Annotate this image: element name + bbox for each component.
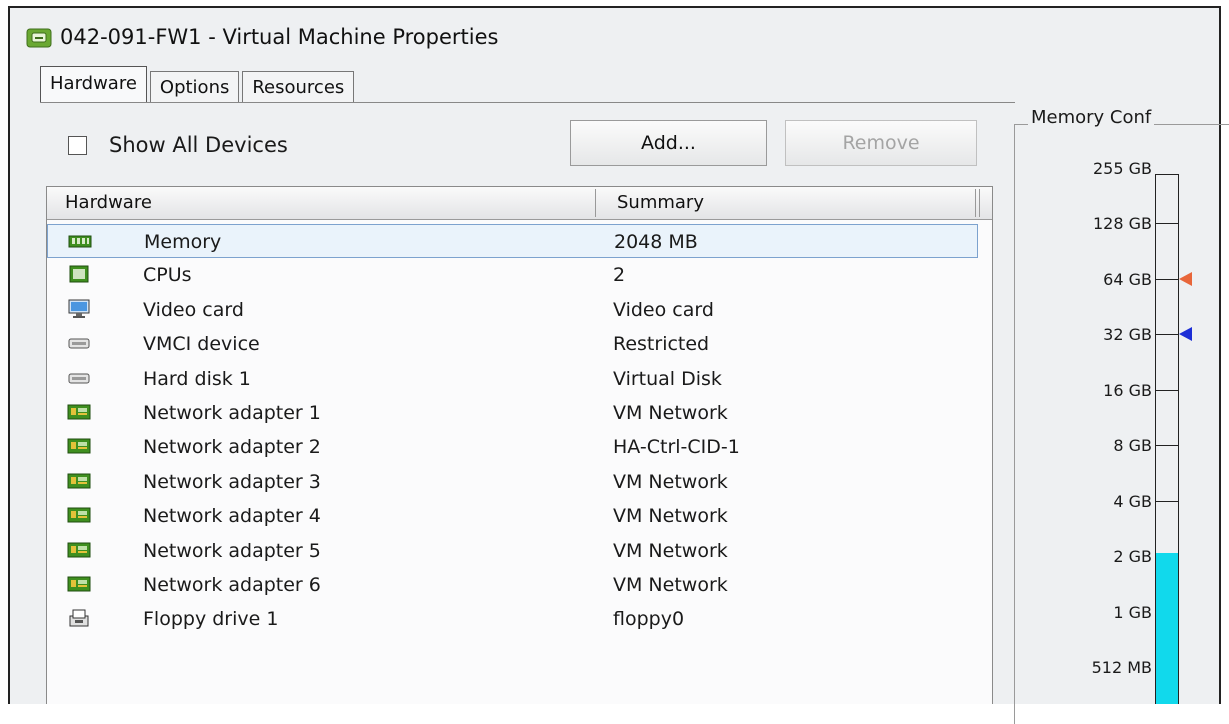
row-hardware-name: Network adapter 5 bbox=[143, 539, 321, 562]
table-row[interactable]: Network adapter 1 VM Network bbox=[47, 396, 978, 430]
memory-scale-label: 128 GB bbox=[1093, 214, 1152, 233]
network-adapter-icon bbox=[67, 402, 91, 422]
memory-scale-label: 32 GB bbox=[1103, 325, 1152, 344]
row-hardware-name: Network adapter 6 bbox=[143, 574, 321, 596]
window-title: 042-091-FW1 - Virtual Machine Properties bbox=[60, 25, 499, 49]
row-hardware-name: Hard disk 1 bbox=[143, 367, 251, 390]
row-summary: HA-Ctrl-CID-1 bbox=[613, 436, 740, 459]
memory-scale-tick bbox=[1155, 334, 1179, 335]
memory-config-title: Memory Conf bbox=[1028, 107, 1155, 128]
row-summary: VM Network bbox=[613, 539, 728, 562]
blue-marker[interactable] bbox=[1179, 327, 1192, 341]
row-hardware-name: Network adapter 2 bbox=[143, 436, 321, 459]
memory-scale-tick bbox=[1155, 279, 1179, 280]
table-row[interactable]: Network adapter 3 VM Network bbox=[47, 465, 978, 499]
table-row[interactable]: Memory 2048 MB bbox=[47, 224, 978, 258]
table-row[interactable]: Network adapter 4 VM Network bbox=[47, 499, 978, 533]
row-summary: 2 bbox=[613, 264, 626, 287]
remove-button[interactable]: Remove bbox=[785, 120, 977, 166]
memory-configuration-panel: Memory Conf 255 GB 128 GB 64 GB 32 GB 16 GB 8… bbox=[1014, 107, 1229, 724]
network-adapter-icon bbox=[67, 505, 91, 525]
tab-bar: Hardware Options Resources bbox=[40, 66, 357, 103]
orange-marker[interactable] bbox=[1179, 272, 1192, 286]
memory-scale-label: 8 GB bbox=[1113, 436, 1152, 455]
floppy-icon bbox=[67, 608, 91, 628]
row-hardware-name: Network adapter 4 bbox=[143, 505, 321, 528]
column-divider[interactable] bbox=[595, 189, 596, 217]
network-adapter-icon bbox=[67, 436, 91, 456]
title-bar: 042-091-FW1 - Virtual Machine Properties bbox=[26, 20, 498, 54]
row-summary: 2048 MB bbox=[614, 231, 698, 253]
memory-scale-tick bbox=[1155, 390, 1179, 391]
memory-scale-tick bbox=[1155, 223, 1179, 224]
table-row[interactable]: Network adapter 5 VM Network bbox=[47, 534, 978, 568]
show-all-devices-checkbox[interactable] bbox=[68, 135, 87, 155]
row-summary: VM Network bbox=[613, 402, 728, 424]
row-hardware-name: Floppy drive 1 bbox=[143, 608, 279, 631]
network-adapter-icon bbox=[67, 471, 91, 491]
row-hardware-name: VMCI device bbox=[143, 333, 260, 356]
add-button[interactable]: Add... bbox=[570, 120, 767, 166]
memory-scale-label: 16 GB bbox=[1103, 381, 1152, 400]
network-adapter-icon bbox=[67, 540, 91, 560]
memory-scale-top bbox=[1155, 174, 1179, 175]
row-summary: VM Network bbox=[613, 574, 728, 596]
table-row[interactable]: Network adapter 6 VM Network bbox=[47, 568, 978, 602]
show-all-devices-toggle[interactable]: Show All Devices bbox=[68, 133, 288, 157]
memory-scale-label: 4 GB bbox=[1113, 492, 1152, 511]
tab-hardware[interactable]: Hardware bbox=[40, 66, 147, 103]
tab-resources[interactable]: Resources bbox=[242, 71, 355, 103]
memory-scale-label: 512 MB bbox=[1091, 658, 1152, 677]
row-hardware-name: Network adapter 3 bbox=[143, 470, 321, 493]
device-icon bbox=[67, 333, 91, 353]
table-row[interactable]: VMCI device Restricted bbox=[47, 327, 978, 361]
memory-scale-tick bbox=[1155, 445, 1179, 446]
memory-icon bbox=[68, 231, 92, 251]
row-summary: Video card bbox=[613, 298, 714, 321]
hardware-table: Hardware Summary Memory 2048 MB CPUs 2 Video… bbox=[46, 186, 993, 704]
monitor-icon bbox=[67, 299, 91, 319]
column-header-hardware[interactable]: Hardware bbox=[65, 187, 152, 219]
memory-scale-label: 64 GB bbox=[1103, 270, 1152, 289]
row-summary: Restricted bbox=[613, 333, 710, 356]
tab-panel-border bbox=[40, 102, 1015, 103]
tab-options[interactable]: Options bbox=[149, 71, 240, 103]
row-summary: VM Network bbox=[613, 470, 728, 493]
row-summary: floppy0 bbox=[613, 608, 685, 631]
disk-icon bbox=[67, 368, 91, 388]
row-summary: VM Network bbox=[613, 505, 728, 528]
table-header: Hardware Summary bbox=[47, 187, 992, 220]
row-hardware-name: Network adapter 1 bbox=[143, 402, 321, 424]
table-row[interactable]: Floppy drive 1 floppy0 bbox=[47, 602, 978, 636]
column-divider[interactable] bbox=[975, 189, 980, 217]
memory-scale-label: 1 GB bbox=[1113, 603, 1152, 622]
row-hardware-name: Memory bbox=[144, 231, 222, 253]
table-row[interactable]: CPUs 2 bbox=[47, 258, 978, 292]
show-all-devices-label: Show All Devices bbox=[109, 133, 288, 157]
network-adapter-icon bbox=[67, 574, 91, 594]
memory-scale-track-right bbox=[1178, 174, 1179, 704]
memory-scale-label: 2 GB bbox=[1113, 547, 1152, 566]
row-hardware-name: Video card bbox=[143, 298, 244, 321]
memory-scale-tick bbox=[1155, 501, 1179, 502]
column-header-summary[interactable]: Summary bbox=[617, 187, 704, 219]
table-row[interactable]: Hard disk 1 Virtual Disk bbox=[47, 362, 978, 396]
cpu-icon bbox=[67, 264, 91, 284]
memory-scale-label: 255 GB bbox=[1093, 159, 1152, 178]
table-row[interactable]: Video card Video card bbox=[47, 293, 978, 327]
table-row[interactable]: Network adapter 2 HA-Ctrl-CID-1 bbox=[47, 430, 978, 464]
row-summary: Virtual Disk bbox=[613, 367, 722, 390]
vm-app-icon bbox=[26, 28, 52, 48]
row-hardware-name: CPUs bbox=[143, 264, 192, 287]
memory-level-fill bbox=[1156, 553, 1178, 704]
memory-scale-track bbox=[1155, 174, 1156, 704]
